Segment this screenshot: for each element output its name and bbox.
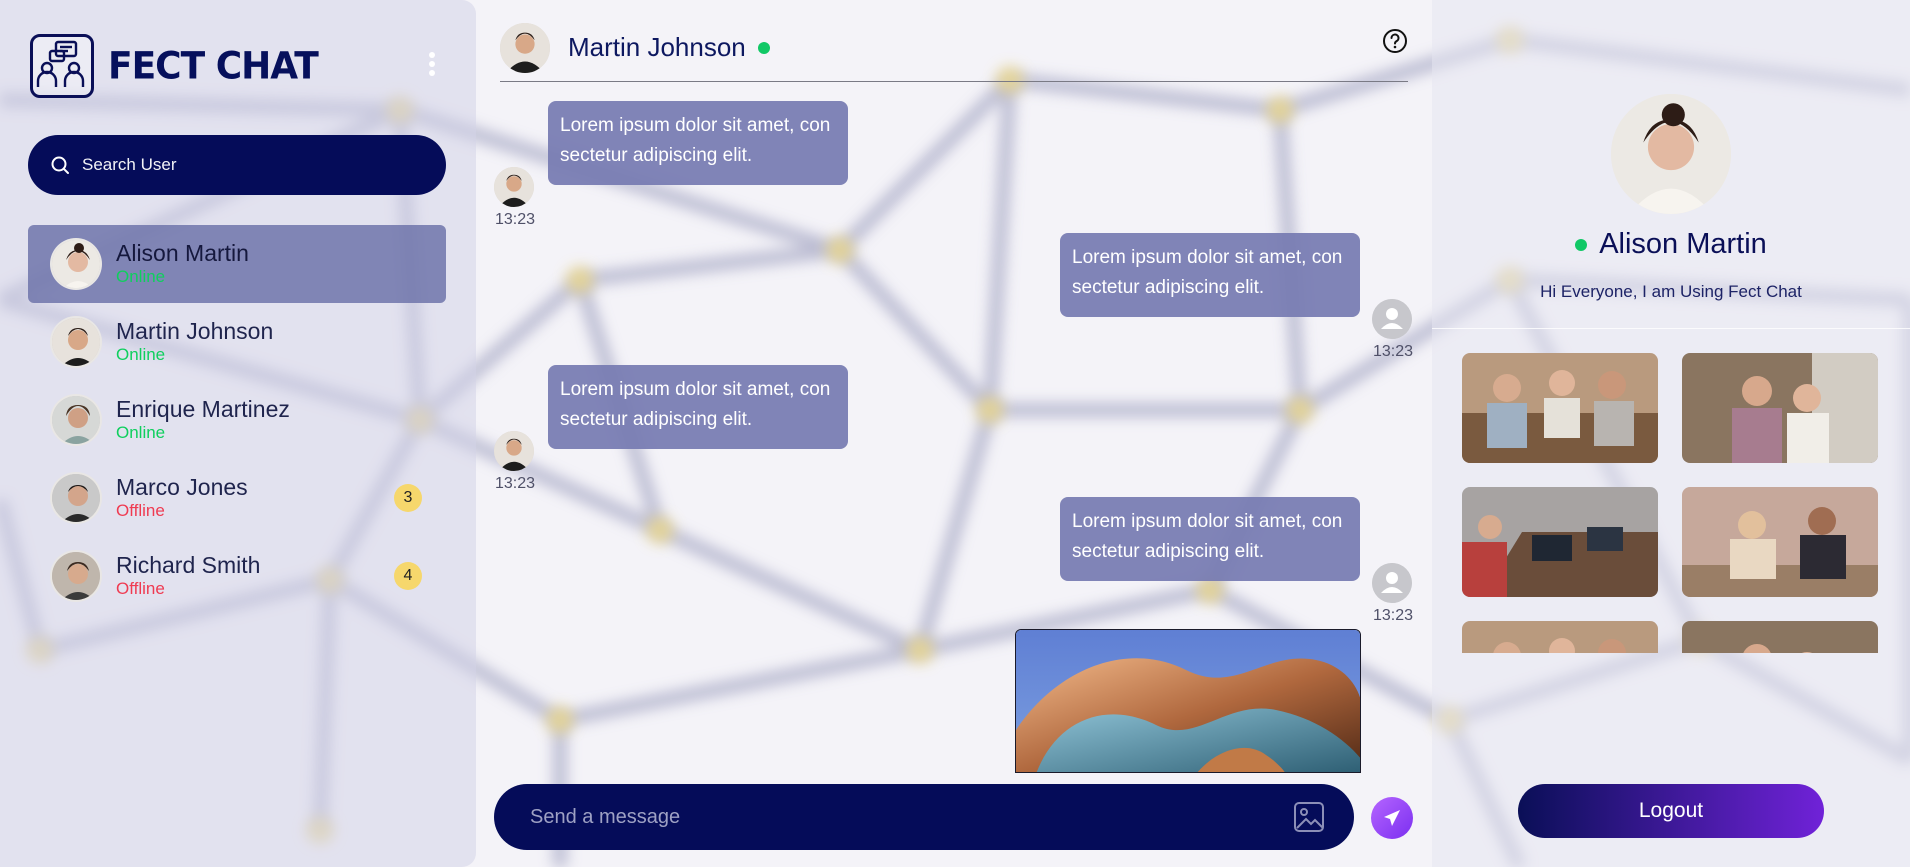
online-indicator	[1575, 238, 1588, 251]
user-item-enrique-martinez[interactable]: Enrique Martinez Online	[28, 381, 446, 459]
profile-name-row: Alison Martin	[1432, 228, 1910, 261]
help-icon[interactable]	[1382, 28, 1408, 54]
user-name: Marco Jones	[116, 474, 248, 500]
user-status: Online	[116, 267, 166, 286]
image-message[interactable]	[1015, 629, 1361, 773]
message-bubble: Lorem ipsum dolor sit amet, consectetur …	[1060, 233, 1360, 317]
message-time: 13:23	[1373, 343, 1414, 360]
gallery-photo[interactable]	[1462, 621, 1658, 653]
send-icon	[1384, 810, 1400, 826]
profile-avatar	[1611, 94, 1731, 214]
message-time: 13:23	[495, 211, 536, 228]
message-time: 13:23	[495, 475, 536, 492]
user-list: Alison Martin Online Martin Johnson Onli…	[28, 225, 446, 615]
profile-status-message: Hi Everyone, I am Using Fect Chat	[1540, 282, 1802, 301]
user-status: Offline	[116, 501, 165, 520]
brand-name: FECT CHAT	[108, 44, 319, 88]
user-placeholder-icon	[1372, 563, 1412, 603]
more-options-icon[interactable]	[422, 52, 442, 82]
avatar	[50, 472, 102, 524]
user-name: Enrique Martinez	[116, 396, 290, 422]
shared-media-gallery	[1462, 353, 1882, 653]
user-item-alison-martin[interactable]: Alison Martin Online	[28, 225, 446, 303]
image-attach-icon[interactable]	[1292, 800, 1326, 834]
avatar	[50, 394, 102, 446]
avatar	[494, 167, 534, 207]
profile-panel: Alison Martin Hi Everyone, I am Using Fe…	[1432, 0, 1910, 867]
chat-contact-name: Martin Johnson	[568, 32, 746, 62]
message-composer[interactable]	[494, 784, 1354, 850]
user-name: Alison Martin	[116, 240, 249, 266]
message-bubble: Lorem ipsum dolor sit amet, consectetur …	[1060, 497, 1360, 581]
user-item-martin-johnson[interactable]: Martin Johnson Online	[28, 303, 446, 381]
avatar	[494, 431, 534, 471]
message-bubble: Lorem ipsum dolor sit amet, consectetur …	[548, 365, 848, 449]
brand: FECT CHAT	[30, 34, 319, 98]
gallery-photo[interactable]	[1682, 353, 1878, 463]
search-input[interactable]	[82, 155, 422, 175]
avatar	[50, 550, 102, 602]
user-placeholder-icon	[1372, 299, 1412, 339]
chat-panel: Martin Johnson Lorem ipsum dolor sit ame…	[476, 0, 1432, 867]
unread-badge: 3	[394, 484, 422, 512]
brand-logo-icon	[30, 34, 94, 98]
user-status: Online	[116, 345, 166, 364]
profile-name: Alison Martin	[1599, 228, 1767, 260]
user-item-richard-smith[interactable]: Richard Smith Offline 4	[28, 537, 446, 615]
online-indicator	[757, 41, 770, 54]
avatar	[50, 316, 102, 368]
avatar	[50, 238, 102, 290]
message-input[interactable]	[530, 805, 1250, 829]
user-status: Online	[116, 423, 166, 442]
message-time: 13:23	[1373, 607, 1414, 624]
send-button[interactable]	[1371, 797, 1413, 839]
logout-button[interactable]: Logout	[1518, 784, 1824, 838]
gallery-photo[interactable]	[1682, 621, 1878, 653]
unread-badge: 4	[394, 562, 422, 590]
gallery-photo[interactable]	[1462, 353, 1658, 463]
user-name: Richard Smith	[116, 552, 261, 578]
gallery-photo[interactable]	[1682, 487, 1878, 597]
user-name: Martin Johnson	[116, 318, 274, 344]
chat-header: Martin Johnson	[500, 14, 1408, 82]
user-status: Offline	[116, 579, 165, 598]
search-bar[interactable]	[28, 135, 446, 195]
message-bubble: Lorem ipsum dolor sit amet, consectetur …	[548, 101, 848, 185]
avatar[interactable]	[500, 22, 550, 73]
divider	[1432, 328, 1910, 329]
user-item-marco-jones[interactable]: Marco Jones Offline 3	[28, 459, 446, 537]
search-icon	[51, 156, 69, 174]
sidebar: FECT CHAT Alison Martin Online Martin Jo	[0, 0, 476, 867]
gallery-photo[interactable]	[1462, 487, 1658, 597]
